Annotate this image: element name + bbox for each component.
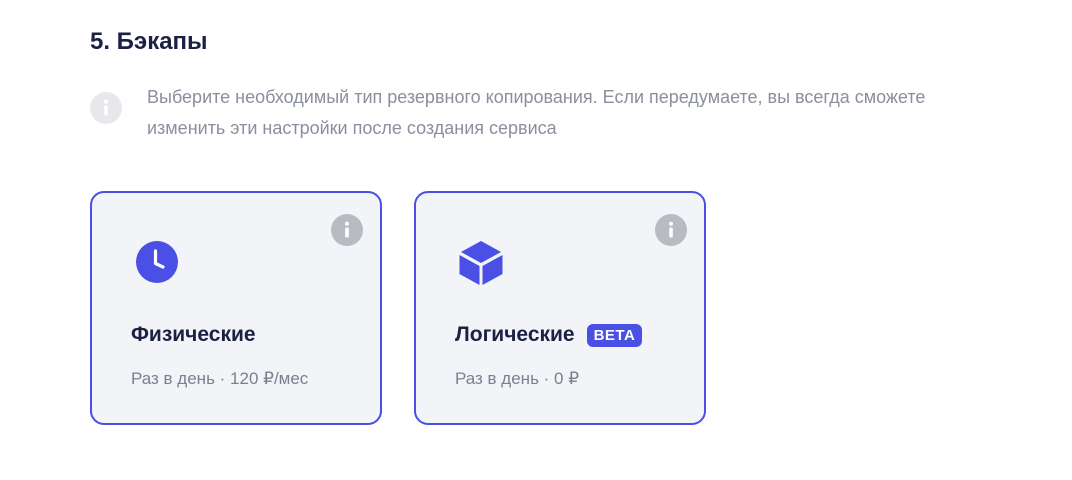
cube-icon xyxy=(458,239,504,285)
info-icon xyxy=(90,92,122,124)
option-title-text: Физические xyxy=(131,323,256,346)
section-title: 5. Бэкапы xyxy=(90,28,208,55)
beta-badge: BETA xyxy=(586,323,643,347)
backup-option-physical[interactable]: Физические Раз в день · 120 ₽/мес xyxy=(90,191,382,425)
backup-option-logical[interactable]: Логические BETA Раз в день · 0 ₽ xyxy=(414,191,706,425)
info-note-text: Выберите необходимый тип резервного копи… xyxy=(147,87,926,138)
option-subtitle: Раз в день · 120 ₽/мес xyxy=(131,369,309,388)
option-title: Логические BETA xyxy=(455,323,643,347)
info-icon[interactable] xyxy=(655,214,687,246)
option-title: Физические xyxy=(131,323,256,347)
info-icon[interactable] xyxy=(331,214,363,246)
option-title-text: Логические xyxy=(455,323,575,346)
info-note: Выберите необходимый тип резервного копи… xyxy=(90,82,990,144)
clock-icon xyxy=(134,239,180,285)
option-subtitle: Раз в день · 0 ₽ xyxy=(455,369,580,388)
